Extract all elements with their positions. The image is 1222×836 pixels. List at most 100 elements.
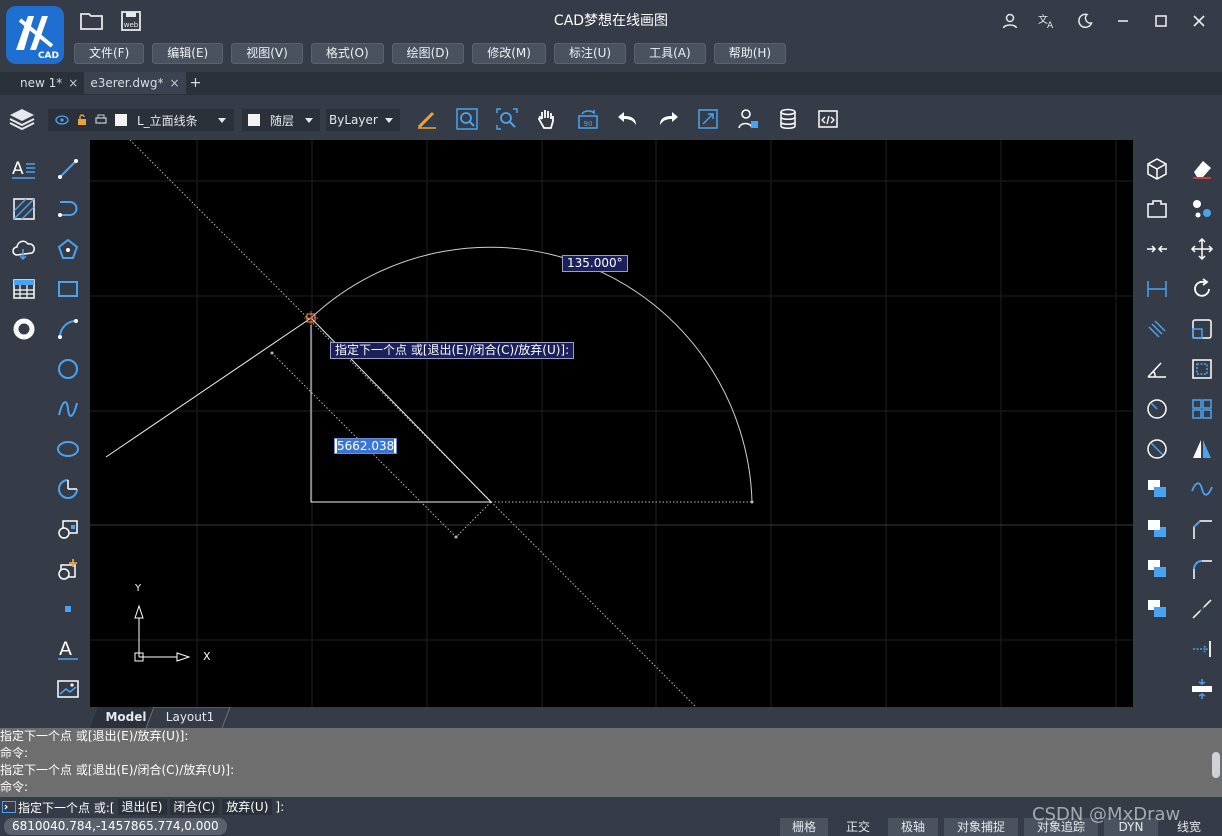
eraser-icon[interactable] [1189, 156, 1215, 182]
fillet-icon[interactable] [1189, 556, 1215, 582]
menu-help[interactable]: 帮助(H) [713, 43, 787, 64]
create-block-icon[interactable] [55, 556, 81, 582]
image-icon[interactable] [55, 676, 81, 702]
table-icon[interactable] [11, 276, 37, 302]
chevron-down-icon [305, 117, 313, 123]
linetype-select[interactable]: ByLayer [326, 109, 400, 131]
single-text-icon[interactable]: A [55, 636, 81, 662]
color-select[interactable]: 随层 [242, 109, 320, 131]
rotate-icon[interactable] [1189, 276, 1215, 302]
menu-tools[interactable]: 工具(A) [634, 43, 706, 64]
circle-icon[interactable] [55, 356, 81, 382]
send-under-icon[interactable] [1144, 596, 1170, 622]
bring-to-front-icon[interactable] [1144, 476, 1170, 502]
database-icon[interactable] [776, 107, 800, 131]
line-icon[interactable] [55, 156, 81, 182]
match-properties-icon[interactable] [415, 107, 439, 131]
array-icon[interactable] [1189, 396, 1215, 422]
doc-tab-e3erer[interactable]: e3erer.dwg* × [84, 72, 186, 94]
user-icon[interactable] [996, 8, 1024, 34]
option-exit[interactable]: 退出(E) [117, 799, 167, 815]
donut-icon[interactable] [11, 316, 37, 342]
close-icon[interactable] [1185, 8, 1213, 34]
layers-icon[interactable] [8, 106, 36, 132]
move-icon[interactable] [1189, 236, 1215, 262]
3d-box-icon[interactable] [1144, 156, 1170, 182]
maximize-icon[interactable] [1147, 8, 1175, 34]
scale-icon[interactable] [696, 107, 720, 131]
menu-format[interactable]: 格式(O) [310, 43, 384, 64]
add-tab-button[interactable]: + [186, 72, 206, 94]
redo-icon[interactable] [656, 107, 680, 131]
menu-draw[interactable]: 绘图(D) [391, 43, 465, 64]
minimize-icon[interactable] [1109, 8, 1137, 34]
tab-close-icon[interactable]: × [169, 72, 179, 94]
polygon-icon[interactable] [55, 236, 81, 262]
chamfer-icon[interactable] [1189, 516, 1215, 542]
web-save-icon[interactable]: web [118, 8, 144, 34]
bring-above-icon[interactable] [1144, 556, 1170, 582]
tab-model[interactable]: Model [98, 707, 154, 728]
layer-select[interactable]: L_立面线条 [48, 109, 234, 131]
revcloud-icon[interactable] [11, 236, 37, 262]
doc-tab-new1[interactable]: new 1* × [0, 72, 84, 94]
toggle-dyn[interactable]: DYN [1104, 818, 1158, 836]
user-settings-icon[interactable] [736, 107, 760, 131]
offset-icon[interactable] [1189, 356, 1215, 382]
zoom-window-icon[interactable] [455, 107, 479, 131]
spline-icon[interactable] [55, 396, 81, 422]
drawing-canvas[interactable]: 135.000° 指定下一个点 或[退出(E)/闭合(C)/放弃(U)]: 56… [90, 140, 1133, 707]
toggle-polar[interactable]: 极轴 [888, 818, 938, 836]
menu-dimension[interactable]: 标注(U) [553, 43, 627, 64]
arc-icon[interactable] [55, 316, 81, 342]
rotate-view-icon[interactable]: 90 [576, 107, 600, 131]
toggle-ortho[interactable]: 正交 [834, 818, 882, 836]
undo-icon[interactable] [616, 107, 640, 131]
menu-modify[interactable]: 修改(M) [472, 43, 546, 64]
toggle-osnap[interactable]: 对象捕捉 [944, 818, 1018, 836]
insert-block-icon[interactable] [55, 516, 81, 542]
toggle-otrack[interactable]: 对象追踪 [1024, 818, 1098, 836]
option-undo[interactable]: 放弃(U) [222, 799, 273, 815]
tab-close-icon[interactable]: × [68, 72, 78, 94]
hatch-icon[interactable] [11, 196, 37, 222]
point-icon[interactable] [55, 596, 81, 622]
aligned-dimension-icon[interactable] [1144, 316, 1170, 342]
menu-file[interactable]: 文件(F) [74, 43, 145, 64]
linear-dimension-icon[interactable] [1144, 276, 1170, 302]
dynamic-length-input[interactable]: 5662.038 [334, 438, 398, 454]
join-icon[interactable] [1144, 236, 1170, 262]
rectangle-icon[interactable] [55, 276, 81, 302]
copy-objects-icon[interactable] [1189, 196, 1215, 222]
extend-icon[interactable] [1189, 636, 1215, 662]
option-close[interactable]: 闭合(C) [169, 799, 220, 815]
scrollbar-thumb[interactable] [1212, 752, 1220, 778]
toggle-lineweight[interactable]: 线宽 [1164, 818, 1214, 836]
toggle-grid[interactable]: 栅格 [780, 818, 828, 836]
open-folder-icon[interactable] [79, 8, 105, 34]
wave-spline-icon[interactable] [1189, 476, 1215, 502]
diameter-dimension-icon[interactable] [1144, 436, 1170, 462]
angular-dimension-icon[interactable] [1144, 356, 1170, 382]
zoom-extents-icon[interactable] [495, 107, 519, 131]
code-icon[interactable] [816, 107, 840, 131]
mirror-icon[interactable] [1189, 436, 1215, 462]
ellipse-icon[interactable] [55, 436, 81, 462]
menu-edit[interactable]: 编辑(E) [152, 43, 224, 64]
polyline-icon[interactable] [55, 196, 81, 222]
tab-layout1[interactable]: Layout1 [160, 707, 220, 728]
multiline-text-icon[interactable]: A [11, 156, 37, 182]
translate-icon[interactable]: 文A [1033, 8, 1061, 34]
scale-object-icon[interactable] [1189, 316, 1215, 342]
ellipse-arc-icon[interactable] [55, 476, 81, 502]
history-scrollbar[interactable] [1210, 728, 1222, 797]
send-to-back-icon[interactable] [1144, 516, 1170, 542]
break-icon[interactable] [1189, 596, 1215, 622]
stretch-icon[interactable] [1189, 676, 1215, 702]
dark-mode-icon[interactable] [1071, 8, 1099, 34]
menu-view[interactable]: 视图(V) [231, 43, 303, 64]
pan-hand-icon[interactable] [535, 107, 559, 131]
command-input[interactable]: 指定下一个点 或:[ 退出(E) 闭合(C) 放弃(U) ]: [0, 797, 1222, 817]
region-icon[interactable] [1144, 196, 1170, 222]
radius-dimension-icon[interactable] [1144, 396, 1170, 422]
